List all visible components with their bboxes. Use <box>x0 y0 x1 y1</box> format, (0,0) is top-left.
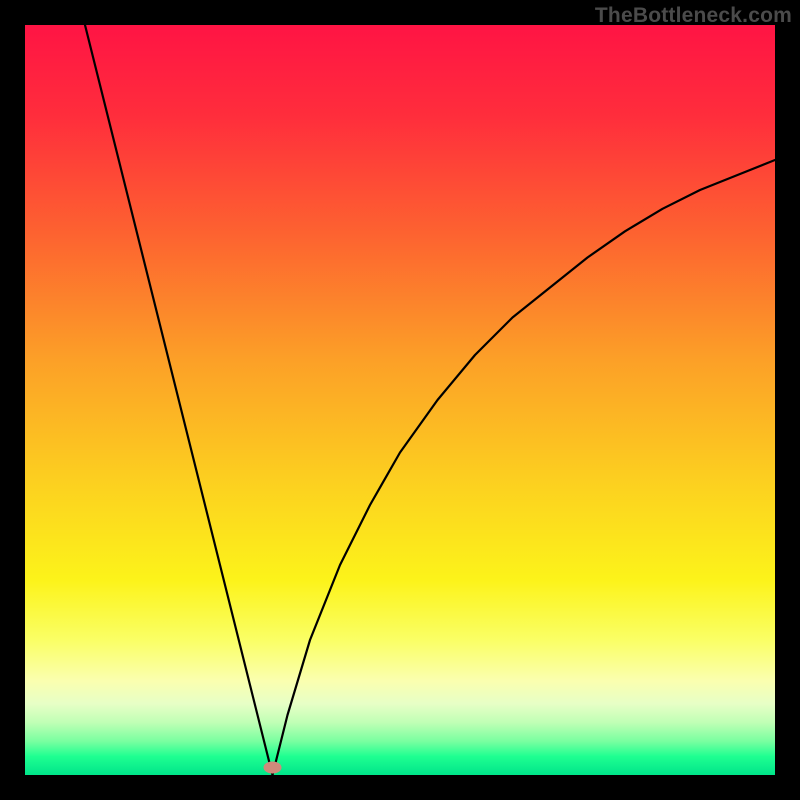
curve-layer <box>25 25 775 775</box>
chart-frame: TheBottleneck.com <box>0 0 800 800</box>
plot-area <box>25 25 775 775</box>
curve-left-branch <box>85 25 273 775</box>
vertex-marker <box>264 762 282 774</box>
curve-right-branch <box>273 160 776 775</box>
